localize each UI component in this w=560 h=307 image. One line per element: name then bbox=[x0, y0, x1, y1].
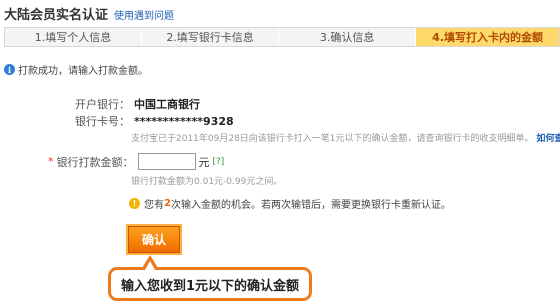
warning-prefix: 您有 bbox=[144, 200, 164, 211]
amount-input[interactable] bbox=[137, 153, 196, 170]
info-icon: i bbox=[4, 64, 15, 75]
callout-arrow-inner bbox=[145, 261, 155, 270]
required-mark: * bbox=[48, 155, 54, 168]
success-notice: i 打款成功，请输入打款金额。 bbox=[4, 62, 148, 77]
card-row: 银行卡号： ************9328 bbox=[75, 113, 234, 129]
amount-row: * 银行打款金额： 元 [?] bbox=[48, 153, 224, 170]
amount-label: 银行打款金额： bbox=[56, 155, 134, 169]
page-title: 大陆会员实名认证 bbox=[4, 8, 109, 23]
card-hint: 支付宝已于2011年09月28日向该银行卡打入一笔1元以下的确认金额，请查询银行… bbox=[131, 131, 560, 144]
attempts-warning: ! 您有 2 次输入金额的机会。若两次输错后，需要更换银行卡重新认证。 bbox=[129, 196, 451, 211]
confirm-button[interactable]: 确认 bbox=[128, 226, 180, 253]
step-4-active: 4.填写打入卡内的金额 bbox=[416, 28, 559, 46]
step-2: 2.填写银行卡信息 bbox=[142, 28, 280, 46]
step-1: 1.填写个人信息 bbox=[5, 28, 143, 46]
bank-row: 开户银行： 中国工商银行 bbox=[75, 96, 200, 112]
card-value: ************9328 bbox=[134, 114, 234, 128]
help-link[interactable]: 使用遇到问题 bbox=[114, 7, 174, 22]
card-hint-text: 支付宝已于2011年09月28日向该银行卡打入一笔1元以下的确认金额，请查询银行… bbox=[131, 134, 534, 144]
amount-range-hint: 银行打款金额为0.01元-0.99元之间。 bbox=[131, 177, 283, 187]
amount-unit: 元 bbox=[198, 155, 210, 169]
help-question-icon[interactable]: [?] bbox=[213, 157, 225, 167]
warning-suffix: 次输入金额的机会。若两次输错后，需要更换银行卡重新认证。 bbox=[170, 200, 451, 211]
page-header: 大陆会员实名认证 使用遇到问题 bbox=[4, 4, 174, 23]
instruction-callout: 输入您收到1元以下的确认金额 bbox=[108, 267, 312, 301]
attempts-count: 2 bbox=[164, 198, 171, 209]
how-to-check-link[interactable]: 如何查看银 bbox=[536, 134, 560, 144]
bank-label: 开户银行： bbox=[75, 98, 130, 111]
bank-value: 中国工商银行 bbox=[134, 98, 200, 111]
step-3: 3.确认信息 bbox=[279, 28, 417, 46]
warning-icon: ! bbox=[129, 198, 140, 209]
notice-text: 打款成功，请输入打款金额。 bbox=[18, 66, 148, 77]
progress-steps: 1.填写个人信息 2.填写银行卡信息 3.确认信息 4.填写打入卡内的金额 bbox=[4, 27, 560, 47]
card-label: 银行卡号： bbox=[75, 115, 130, 128]
